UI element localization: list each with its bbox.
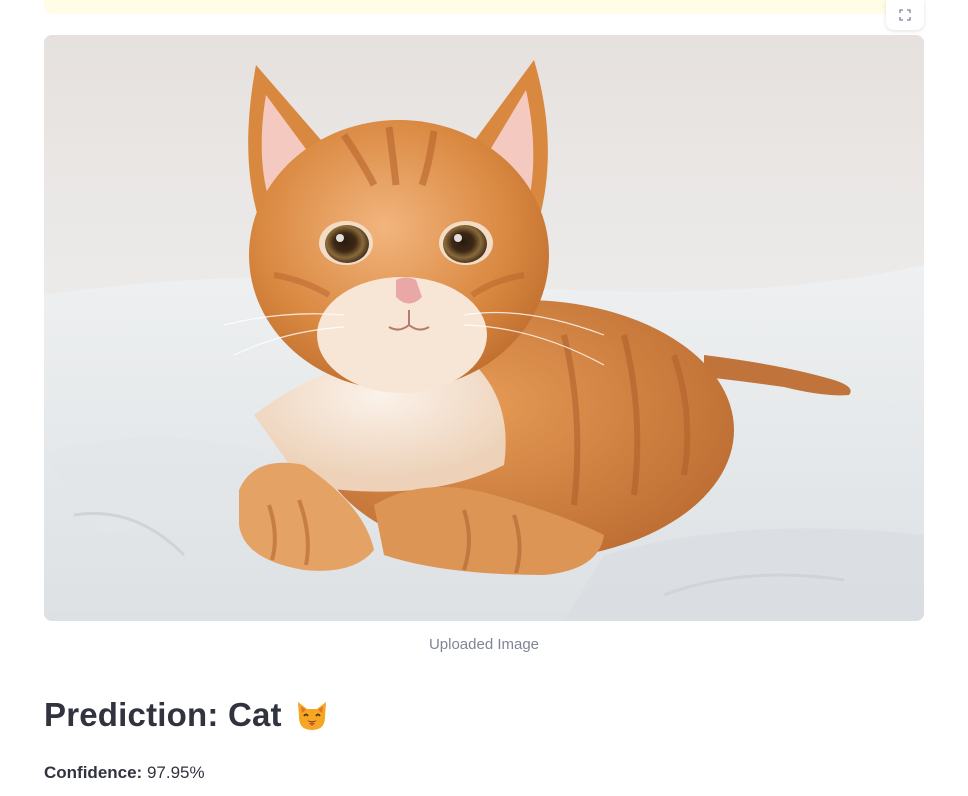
- confidence-label: Confidence:: [44, 763, 143, 782]
- prediction-heading: Prediction: Cat: [44, 696, 330, 734]
- prediction-prefix: Prediction:: [44, 696, 219, 733]
- confidence-text: Confidence: 97.95%: [44, 763, 205, 783]
- confidence-value: 97.95%: [146, 763, 205, 782]
- alert-banner: [44, 0, 924, 14]
- prediction-label: Cat: [227, 696, 282, 733]
- image-caption: Uploaded Image: [428, 636, 540, 653]
- cat-face-icon: [297, 702, 326, 730]
- uploaded-image: [44, 35, 924, 621]
- fullscreen-icon: [899, 9, 911, 21]
- fullscreen-button[interactable]: [886, 0, 924, 30]
